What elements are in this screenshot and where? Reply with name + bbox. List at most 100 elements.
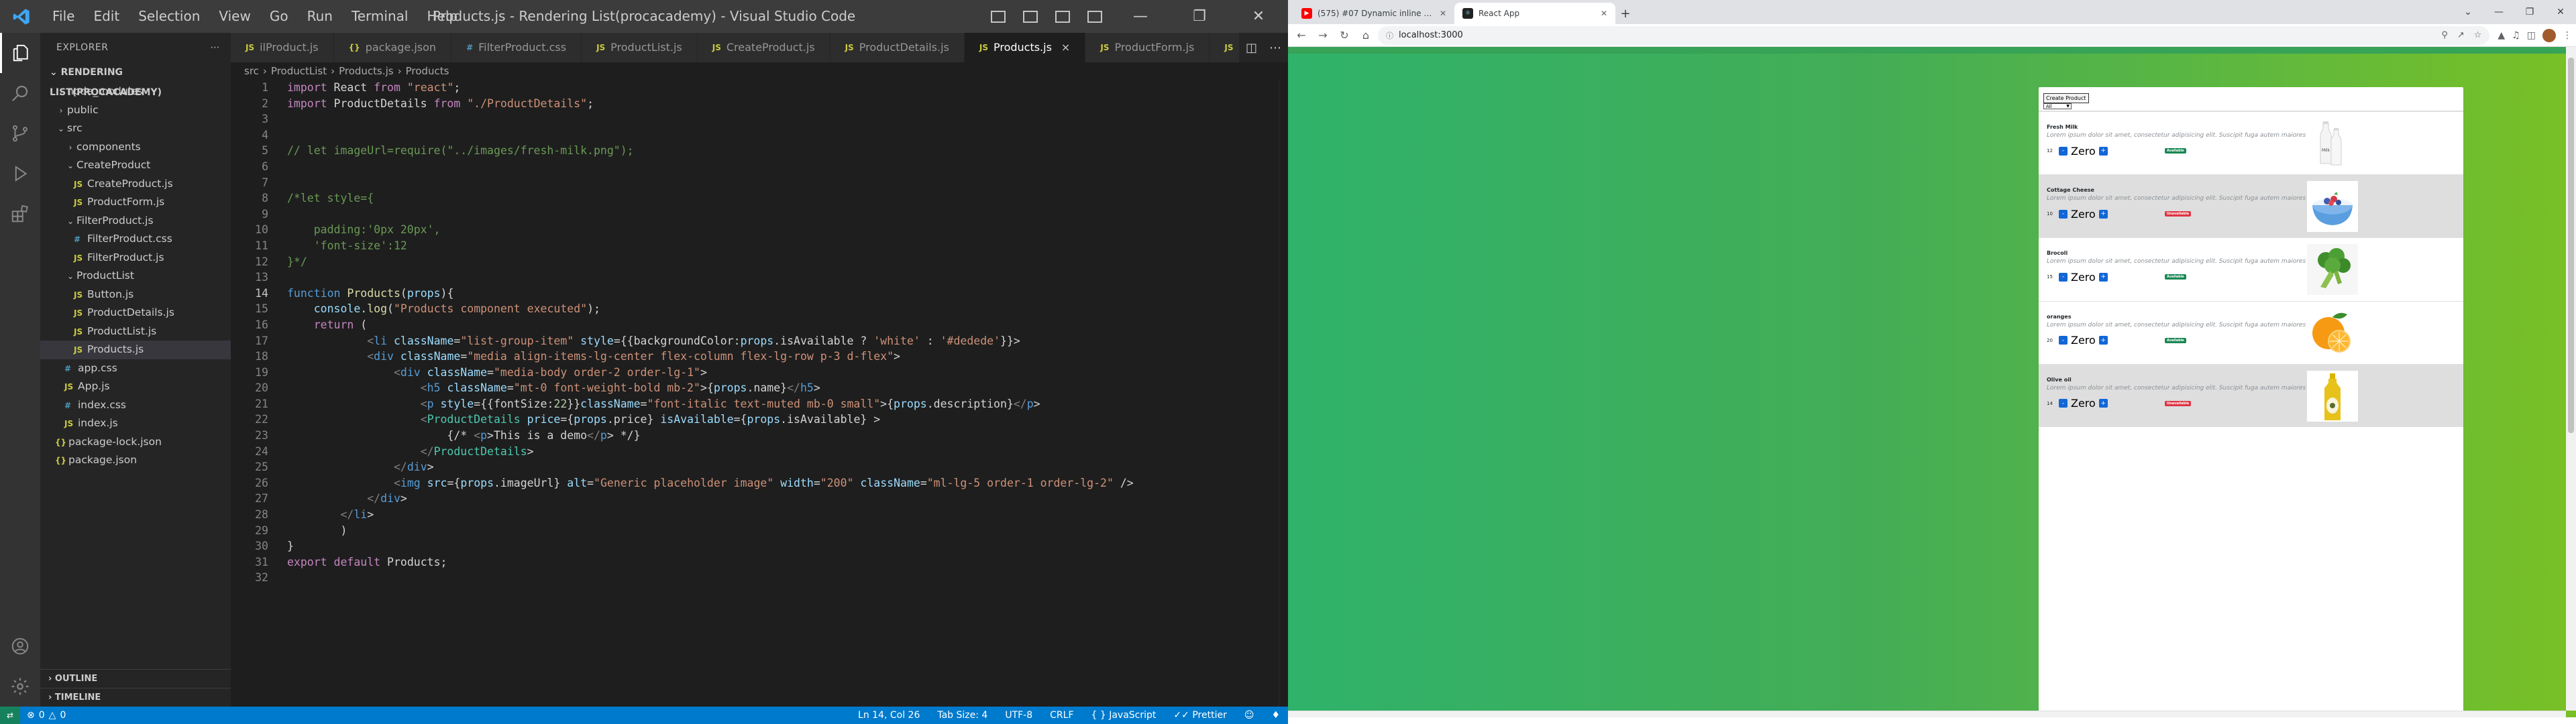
- code-line[interactable]: 28 </li>: [231, 507, 1288, 523]
- editor-tab[interactable]: JS ProductDetails.js: [830, 33, 965, 62]
- decrement-button[interactable]: -: [2059, 209, 2068, 219]
- tree-item[interactable]: # FilterProduct.css: [40, 230, 231, 249]
- editor-more-icon[interactable]: ⋯: [1269, 41, 1281, 55]
- editor-tab[interactable]: JS ilProduct.js: [231, 33, 334, 62]
- close-button[interactable]: ✕: [1229, 0, 1288, 33]
- editor-tab[interactable]: JS ProductForm.js: [1085, 33, 1210, 62]
- feedback-icon[interactable]: ☺: [1244, 710, 1254, 721]
- code-line[interactable]: 29 ): [231, 523, 1288, 539]
- tab-search-icon[interactable]: ⌄: [2453, 0, 2483, 24]
- menu-view[interactable]: View: [209, 0, 260, 33]
- code-line[interactable]: 3: [231, 111, 1288, 127]
- code-line[interactable]: 27 </div>: [231, 491, 1288, 507]
- breadcrumb-item[interactable]: Products: [406, 65, 449, 77]
- tree-item[interactable]: JS ProductList.js: [40, 322, 231, 341]
- toggle-panel-icon[interactable]: [1014, 0, 1046, 33]
- code-line[interactable]: 5 // let imageUrl=require("../images/fres…: [231, 143, 1288, 159]
- forward-arrow-icon[interactable]: →: [1313, 26, 1332, 45]
- tab-size[interactable]: Tab Size: 4: [937, 710, 987, 721]
- encoding[interactable]: UTF-8: [1005, 710, 1032, 721]
- remote-icon[interactable]: ⇄: [0, 707, 20, 724]
- editor-scrollbar[interactable]: [1279, 80, 1288, 707]
- increment-button[interactable]: +: [2098, 146, 2108, 156]
- code-line[interactable]: 14 function Products(props){: [231, 286, 1288, 302]
- code-line[interactable]: 4: [231, 127, 1288, 143]
- back-arrow-icon[interactable]: ←: [1292, 26, 1311, 45]
- search-icon[interactable]: [0, 73, 40, 113]
- code-line[interactable]: 13: [231, 269, 1288, 286]
- bookmark-star-icon[interactable]: ☆: [2474, 30, 2482, 40]
- prettier-status[interactable]: ✓✓ Prettier: [1173, 710, 1226, 721]
- code-line[interactable]: 11 'font-size':12: [231, 238, 1288, 254]
- code-line[interactable]: 16 return (: [231, 317, 1288, 333]
- site-info-icon[interactable]: ⓘ: [1386, 30, 1393, 41]
- cursor-position[interactable]: Ln 14, Col 26: [858, 710, 920, 721]
- tree-item[interactable]: ⌄ ProductList: [40, 267, 231, 286]
- decrement-button[interactable]: -: [2059, 146, 2068, 156]
- decrement-button[interactable]: -: [2059, 272, 2068, 282]
- tree-item[interactable]: › components: [40, 138, 231, 157]
- scrollbar-thumb[interactable]: [2568, 58, 2574, 433]
- explorer-icon[interactable]: [0, 33, 40, 73]
- increment-button[interactable]: +: [2098, 399, 2108, 408]
- chrome-menu-icon[interactable]: ⋮: [2563, 30, 2572, 41]
- tree-item[interactable]: JS Products.js: [40, 341, 231, 359]
- editor-tab[interactable]: # FilterProduct.css: [451, 33, 582, 62]
- zoom-search-icon[interactable]: ⚲: [2441, 30, 2448, 40]
- availability-filter-select[interactable]: All ▼: [2043, 103, 2072, 109]
- tree-item[interactable]: › public: [40, 101, 231, 120]
- code-line[interactable]: 32: [231, 570, 1288, 586]
- tree-item[interactable]: # app.css: [40, 359, 231, 378]
- manage-gear-icon[interactable]: [0, 666, 40, 707]
- code-line[interactable]: 24 </ProductDetails>: [231, 444, 1288, 460]
- tree-item[interactable]: JS FilterProduct.js: [40, 249, 231, 267]
- problems-indicator[interactable]: ⊗ 0 △ 0: [20, 710, 66, 721]
- tree-item[interactable]: {} package-lock.json: [40, 433, 231, 452]
- chrome-restore-button[interactable]: ❐: [2514, 0, 2545, 24]
- menu-help[interactable]: Help: [417, 0, 467, 33]
- create-product-button[interactable]: Create Product: [2043, 93, 2089, 103]
- new-tab-button[interactable]: +: [1615, 3, 1635, 24]
- increment-button[interactable]: +: [2098, 209, 2108, 219]
- customize-layout-icon[interactable]: [1079, 0, 1111, 33]
- editor-tab[interactable]: JS Products.js ×: [964, 33, 1086, 62]
- media-control-icon[interactable]: ♫: [2512, 30, 2520, 41]
- outline-section[interactable]: › OUTLINE: [40, 669, 231, 688]
- breadcrumb-item[interactable]: Products.js: [339, 65, 394, 77]
- notifications-bell-icon[interactable]: ♦: [1271, 710, 1280, 721]
- code-line[interactable]: 22 <ProductDetails price={props.price} i…: [231, 412, 1288, 428]
- tree-item[interactable]: ⌄ src: [40, 119, 231, 138]
- code-line[interactable]: 8 /*let style={: [231, 190, 1288, 206]
- home-icon[interactable]: ⌂: [1356, 26, 1375, 45]
- menu-go[interactable]: Go: [260, 0, 298, 33]
- address-bar[interactable]: ⓘ localhost:3000 ⚲ ↗ ☆: [1378, 25, 2490, 45]
- tree-item[interactable]: ⌄ CreateProduct: [40, 156, 231, 175]
- code-line[interactable]: 31 export default Products;: [231, 554, 1288, 570]
- tree-item[interactable]: JS CreateProduct.js: [40, 175, 231, 194]
- code-line[interactable]: 15 console.log("Products component execu…: [231, 301, 1288, 317]
- tree-item[interactable]: JS Button.js: [40, 286, 231, 304]
- restore-button[interactable]: ❐: [1170, 0, 1229, 33]
- tree-item[interactable]: › node_modules: [40, 82, 231, 101]
- extensions-icon[interactable]: [0, 194, 40, 234]
- tree-item[interactable]: JS ProductForm.js: [40, 193, 231, 212]
- increment-button[interactable]: +: [2098, 336, 2108, 345]
- tree-item[interactable]: {} package.json: [40, 451, 231, 470]
- browser-tab[interactable]: ⚛ React App ✕: [1454, 3, 1615, 24]
- toggle-sidebar-icon[interactable]: [982, 0, 1014, 33]
- code-line[interactable]: 19 <div className="media-body order-2 or…: [231, 365, 1288, 381]
- code-line[interactable]: 30}: [231, 538, 1288, 554]
- side-panel-icon[interactable]: ◫: [2527, 30, 2536, 41]
- line-ending[interactable]: CRLF: [1050, 710, 1073, 721]
- reload-icon[interactable]: ↻: [1335, 26, 1354, 45]
- increment-button[interactable]: +: [2098, 272, 2108, 282]
- menu-run[interactable]: Run: [298, 0, 342, 33]
- tree-item[interactable]: JS ProductDetails.js: [40, 304, 231, 322]
- browser-tab[interactable]: ▶ (575) #07 Dynamic inline styling ✕: [1293, 3, 1454, 24]
- code-line[interactable]: 12}*/: [231, 254, 1288, 270]
- editor-tab[interactable]: JS ProductList.js: [582, 33, 698, 62]
- timeline-section[interactable]: › TIMELINE: [40, 688, 231, 707]
- code-line[interactable]: 1 import React from "react";: [231, 80, 1288, 96]
- code-line[interactable]: 20 <h5 className="mt-0 font-weight-bold …: [231, 380, 1288, 396]
- close-tab-icon[interactable]: ✕: [1601, 9, 1607, 18]
